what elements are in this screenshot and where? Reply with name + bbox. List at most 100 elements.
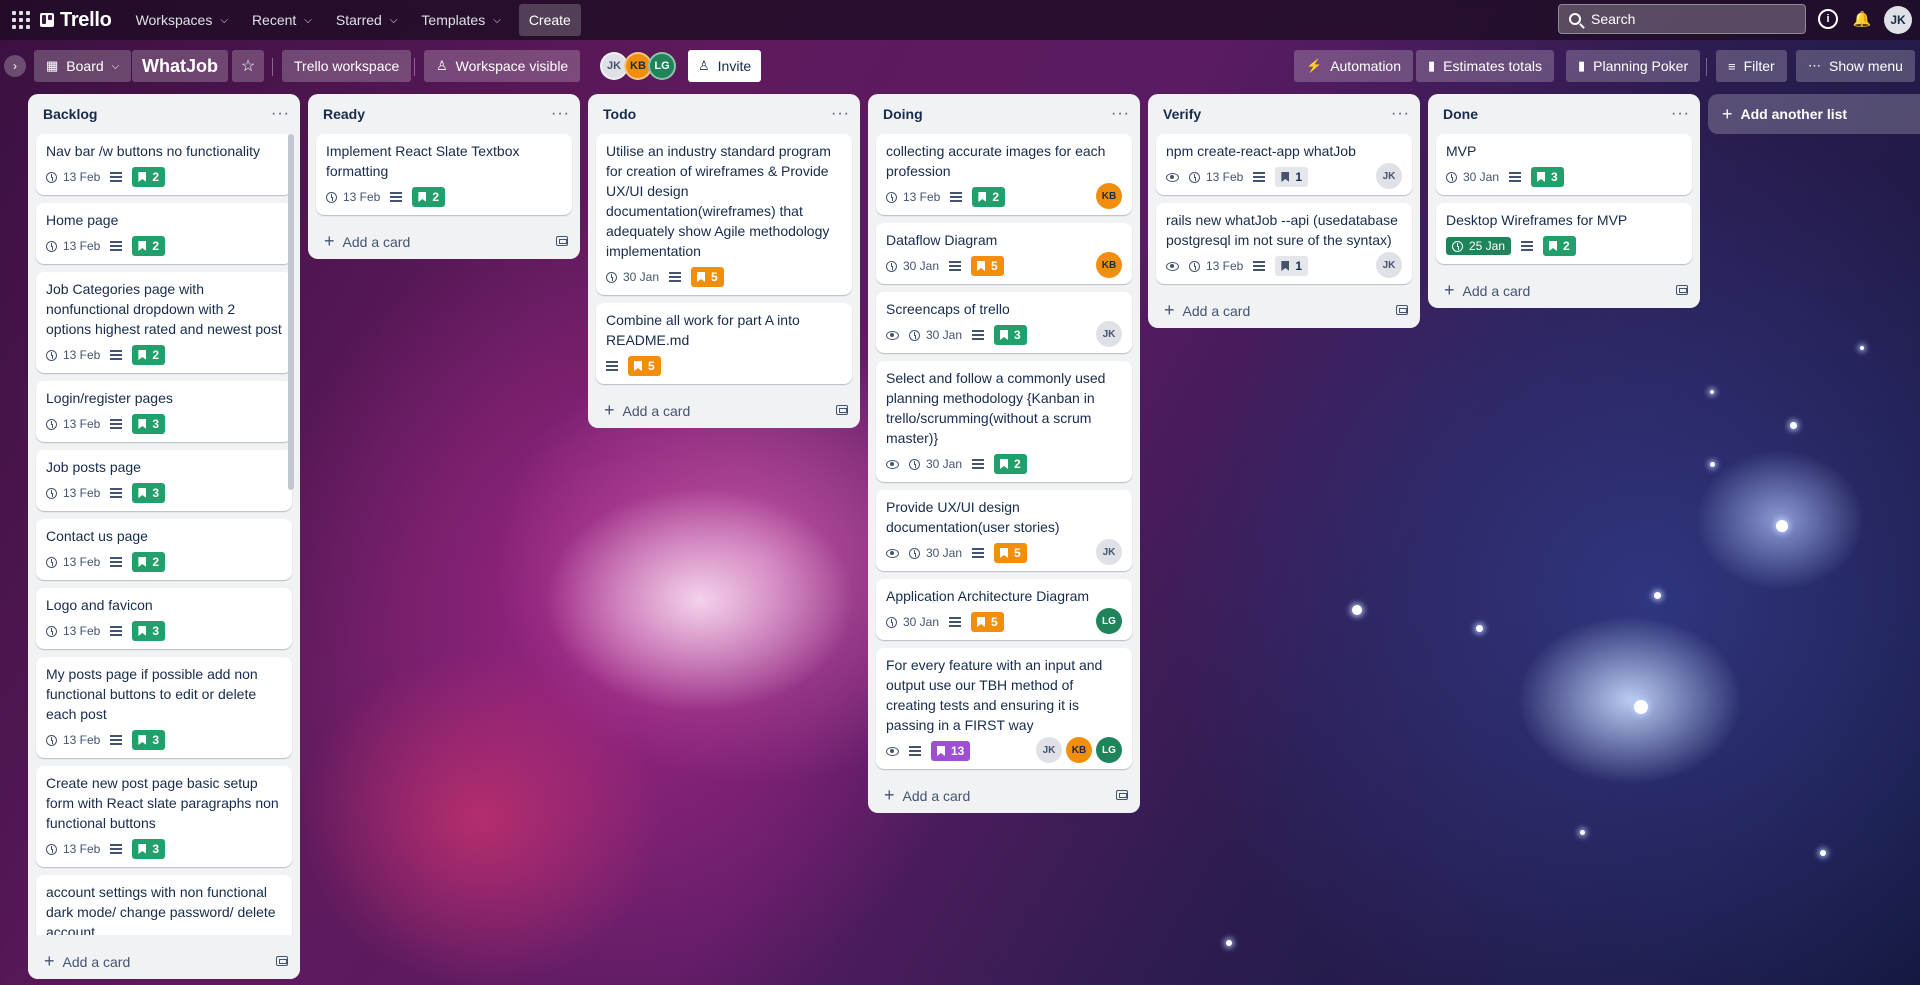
- invite-button[interactable]: ♙ Invite: [688, 50, 762, 82]
- list-scrollbar[interactable]: [288, 134, 294, 490]
- nav-starred[interactable]: Starred ⌵: [326, 4, 408, 36]
- board-title[interactable]: WhatJob: [132, 50, 228, 82]
- card[interactable]: Utilise an industry standard program for…: [596, 134, 852, 295]
- card[interactable]: Select and follow a commonly used planni…: [876, 361, 1132, 482]
- estimates-totals-button[interactable]: ▮ Estimates totals: [1416, 50, 1554, 82]
- list-menu-icon[interactable]: ···: [551, 105, 570, 123]
- list-menu-icon[interactable]: ···: [1391, 105, 1410, 123]
- card[interactable]: Provide UX/UI design documentation(user …: [876, 490, 1132, 571]
- expand-sidebar-button[interactable]: ›: [4, 55, 26, 77]
- list-menu-icon[interactable]: ···: [1111, 105, 1130, 123]
- list-menu-icon[interactable]: ···: [831, 105, 850, 123]
- list-header[interactable]: Todo ···: [588, 94, 860, 134]
- list-header[interactable]: Verify ···: [1148, 94, 1420, 134]
- list-title[interactable]: Todo: [603, 106, 636, 122]
- list-title[interactable]: Ready: [323, 106, 365, 122]
- due-date-badge[interactable]: 25 Jan: [1446, 237, 1512, 255]
- add-list-button[interactable]: + Add another list: [1708, 94, 1920, 134]
- star-icon[interactable]: ☆: [232, 50, 264, 82]
- add-card-button[interactable]: + Add a card: [588, 392, 860, 428]
- card[interactable]: Combine all work for part A into README.…: [596, 303, 852, 384]
- due-date-badge[interactable]: 13 Feb: [1189, 170, 1243, 184]
- card[interactable]: Logo and favicon 13 Feb 3: [36, 588, 292, 649]
- card[interactable]: rails new whatJob --api (usedatabase pos…: [1156, 203, 1412, 284]
- bell-icon[interactable]: 🔔: [1852, 9, 1872, 29]
- app-switcher-icon[interactable]: [10, 9, 32, 31]
- member-avatar[interactable]: LG: [1096, 737, 1122, 763]
- list-title[interactable]: Done: [1443, 106, 1478, 122]
- info-icon[interactable]: i: [1818, 9, 1838, 29]
- search-input[interactable]: Search: [1558, 4, 1806, 34]
- visibility-button[interactable]: ♙ Workspace visible: [424, 50, 581, 82]
- card[interactable]: collecting accurate images for each prof…: [876, 134, 1132, 215]
- due-date-badge[interactable]: 30 Jan: [909, 546, 962, 560]
- member-avatar[interactable]: JK: [1036, 737, 1062, 763]
- card[interactable]: npm create-react-app whatJob 13 Feb 1 JK: [1156, 134, 1412, 195]
- card-template-icon[interactable]: [1396, 305, 1408, 315]
- card[interactable]: Implement React Slate Textbox formatting…: [316, 134, 572, 215]
- member-avatar[interactable]: JK: [1376, 163, 1402, 189]
- show-menu-button[interactable]: ⋯ Show menu: [1796, 50, 1915, 82]
- nav-recent[interactable]: Recent ⌵: [242, 4, 322, 36]
- card[interactable]: Application Architecture Diagram 30 Jan 5 L…: [876, 579, 1132, 640]
- member-avatar[interactable]: JK: [1096, 321, 1122, 347]
- member-avatar[interactable]: KB: [1096, 183, 1122, 209]
- card-template-icon[interactable]: [1676, 285, 1688, 295]
- due-date-badge[interactable]: 30 Jan: [909, 457, 962, 471]
- create-button[interactable]: Create: [518, 4, 581, 36]
- card[interactable]: Job Categories page with nonfunctional d…: [36, 272, 292, 373]
- card[interactable]: Desktop Wireframes for MVP 25 Jan 2: [1436, 203, 1692, 264]
- nav-templates[interactable]: Templates ⌵: [411, 4, 510, 36]
- add-card-button[interactable]: + Add a card: [1148, 292, 1420, 328]
- due-date-badge[interactable]: 30 Jan: [606, 270, 659, 284]
- add-card-button[interactable]: + Add a card: [1428, 272, 1700, 308]
- due-date-badge[interactable]: 13 Feb: [46, 624, 100, 638]
- due-date-badge[interactable]: 30 Jan: [886, 615, 939, 629]
- card[interactable]: For every feature with an input and outp…: [876, 648, 1132, 769]
- list-title[interactable]: Verify: [1163, 106, 1201, 122]
- member-avatar[interactable]: LG: [648, 52, 676, 80]
- due-date-badge[interactable]: 30 Jan: [886, 259, 939, 273]
- member-avatar[interactable]: LG: [1096, 608, 1122, 634]
- card[interactable]: MVP 30 Jan 3: [1436, 134, 1692, 195]
- card-template-icon[interactable]: [836, 405, 848, 415]
- add-card-button[interactable]: + Add a card: [868, 777, 1140, 813]
- board-view-switcher[interactable]: ▦ Board ⌵: [34, 50, 132, 82]
- list-header[interactable]: Ready ···: [308, 94, 580, 134]
- due-date-badge[interactable]: 13 Feb: [46, 842, 100, 856]
- due-date-badge[interactable]: 30 Jan: [909, 328, 962, 342]
- list-menu-icon[interactable]: ···: [1671, 105, 1690, 123]
- card-template-icon[interactable]: [1116, 790, 1128, 800]
- planning-poker-button[interactable]: ▮ Planning Poker: [1566, 50, 1701, 82]
- card[interactable]: Nav bar /w buttons no functionality 13 Fe…: [36, 134, 292, 195]
- card[interactable]: Home page 13 Feb 2: [36, 203, 292, 264]
- add-card-button[interactable]: + Add a card: [308, 223, 580, 259]
- due-date-badge[interactable]: 13 Feb: [886, 190, 940, 204]
- card-template-icon[interactable]: [556, 236, 568, 246]
- card[interactable]: Login/register pages 13 Feb 3: [36, 381, 292, 442]
- due-date-badge[interactable]: 30 Jan: [1446, 170, 1499, 184]
- user-avatar[interactable]: JK: [1884, 6, 1912, 34]
- workspace-button[interactable]: Trello workspace: [282, 50, 412, 82]
- list-header[interactable]: Doing ···: [868, 94, 1140, 134]
- due-date-badge[interactable]: 13 Feb: [46, 733, 100, 747]
- due-date-badge[interactable]: 13 Feb: [46, 555, 100, 569]
- add-card-button[interactable]: + Add a card: [28, 943, 300, 979]
- trello-logo[interactable]: Trello: [40, 9, 112, 32]
- due-date-badge[interactable]: 13 Feb: [1189, 259, 1243, 273]
- due-date-badge[interactable]: 13 Feb: [326, 190, 380, 204]
- card[interactable]: Create new post page basic setup form wi…: [36, 766, 292, 867]
- member-avatar[interactable]: KB: [1096, 252, 1122, 278]
- due-date-badge[interactable]: 13 Feb: [46, 417, 100, 431]
- card[interactable]: Screencaps of trello 30 Jan 3 JK: [876, 292, 1132, 353]
- due-date-badge[interactable]: 13 Feb: [46, 239, 100, 253]
- due-date-badge[interactable]: 13 Feb: [46, 170, 100, 184]
- due-date-badge[interactable]: 13 Feb: [46, 486, 100, 500]
- automation-button[interactable]: ⚡ Automation: [1294, 50, 1414, 82]
- member-avatar[interactable]: JK: [1096, 539, 1122, 565]
- card[interactable]: Contact us page 13 Feb 2: [36, 519, 292, 580]
- list-header[interactable]: Backlog ···: [28, 94, 300, 134]
- card[interactable]: Job posts page 13 Feb 3: [36, 450, 292, 511]
- card[interactable]: account settings with non functional dar…: [36, 875, 292, 935]
- member-avatar[interactable]: KB: [1066, 737, 1092, 763]
